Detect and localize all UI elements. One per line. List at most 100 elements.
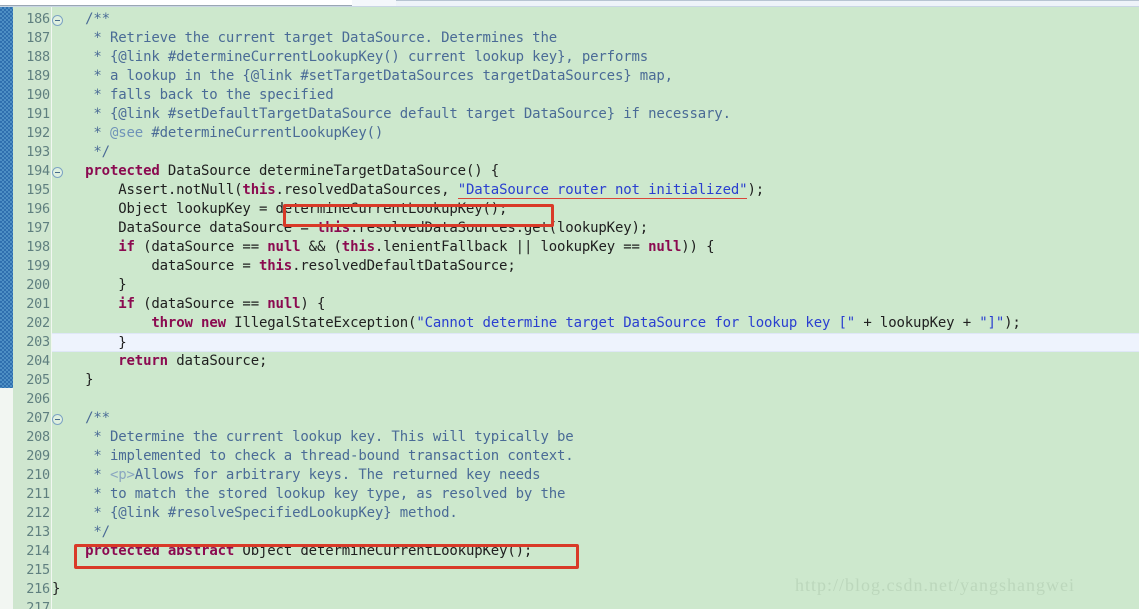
code-token-cmt: * to match the stored lookup key type, a…: [52, 486, 566, 502]
line-number: 201: [26, 296, 50, 312]
line-number: 199: [26, 258, 50, 274]
code-editor[interactable]: 186 187 188 189 190 191 192 193 194 195 196 197 198 1…: [0, 0, 1139, 609]
code-token-cmt-html: <p>: [109, 467, 135, 483]
code-fold-toggle-icon[interactable]: [52, 15, 63, 26]
code-token-cmt: Allows for arbitrary keys. The returned …: [134, 467, 541, 483]
window-top-strip: [0, 0, 1139, 7]
code-token-plain: && (: [300, 239, 342, 255]
code-line[interactable]: * {@link #determineCurrentLookupKey() cu…: [52, 48, 1139, 67]
code-line[interactable]: Assert.notNull(this.resolvedDataSources,…: [52, 181, 1139, 200]
line-number: 204: [26, 353, 50, 369]
code-token-kw: if: [118, 296, 135, 312]
code-fold-toggle-icon[interactable]: [52, 414, 63, 425]
code-line[interactable]: */: [52, 523, 1139, 542]
code-token-plain: .lenientFallback || lookupKey ==: [374, 239, 649, 255]
code-token-plain: .resolvedDataSources.get(lookupKey);: [350, 220, 649, 236]
code-line[interactable]: * to match the stored lookup key type, a…: [52, 485, 1139, 504]
code-token-kw: null: [267, 296, 301, 312]
code-line[interactable]: * {@link #resolveSpecifiedLookupKey} met…: [52, 504, 1139, 523]
code-token-kw: this: [242, 182, 276, 198]
code-token-kw: this: [258, 258, 293, 274]
code-token-str: "DataSource router not initialized": [457, 182, 748, 199]
code-line[interactable]: }: [52, 371, 1139, 390]
code-line[interactable]: throw new IllegalStateException("Cannot …: [52, 314, 1139, 333]
code-line[interactable]: /**: [52, 10, 1139, 29]
code-token-cmt: * {@link #determineCurrentLookupKey() cu…: [52, 49, 649, 65]
code-token-cmt: * falls back to the specified: [52, 87, 334, 103]
line-number: 186: [26, 11, 50, 27]
code-line[interactable]: * Retrieve the current target DataSource…: [52, 29, 1139, 48]
top-strip-left-segment: [0, 0, 352, 6]
line-number-gutter[interactable]: 186 187 188 189 190 191 192 193 194 195 196 197 198 1…: [13, 7, 63, 609]
code-line[interactable]: Object lookupKey = determineCurrentLooku…: [52, 200, 1139, 219]
line-number: 212: [26, 505, 50, 521]
line-number: 209: [26, 448, 50, 464]
line-number: 206: [26, 391, 50, 407]
code-token-cmt: * Retrieve the current target DataSource…: [52, 30, 558, 46]
code-fold-toggle-icon[interactable]: [52, 167, 63, 178]
line-number: 187: [26, 30, 50, 46]
code-line[interactable]: DataSource dataSource = this.resolvedDat…: [52, 219, 1139, 238]
code-token-cmt: * {@link #setDefaultTargetDataSource def…: [52, 106, 731, 122]
code-line[interactable]: * implemented to check a thread-bound tr…: [52, 447, 1139, 466]
code-token-plain: }: [52, 581, 61, 597]
code-token-kw: null: [267, 239, 301, 255]
code-line[interactable]: /**: [52, 409, 1139, 428]
code-token-plain: + lookupKey +: [855, 315, 980, 331]
code-token-cmt: */: [52, 144, 110, 160]
watermark-text: http://blog.csdn.net/yangshangwei: [795, 575, 1075, 595]
line-number: 191: [26, 106, 50, 122]
code-token-plain: dataSource;: [167, 353, 268, 369]
line-number: 198: [26, 239, 50, 255]
code-token-plain: Object lookupKey = determineCurrentLooku…: [52, 201, 508, 217]
code-token-plain: Object determineCurrentLookupKey();: [234, 543, 533, 559]
code-line[interactable]: dataSource = this.resolvedDefaultDataSou…: [52, 257, 1139, 276]
code-line[interactable]: }: [52, 333, 1139, 352]
code-token-cmt: #determineCurrentLookupKey(): [143, 125, 384, 141]
code-token-cmt: * implemented to check a thread-bound tr…: [52, 448, 574, 464]
code-line[interactable]: * {@link #setDefaultTargetDataSource def…: [52, 105, 1139, 124]
code-line[interactable]: }: [52, 276, 1139, 295]
code-token-plain: (dataSource ==: [134, 239, 268, 255]
code-line[interactable]: */: [52, 143, 1139, 162]
code-line[interactable]: return dataSource;: [52, 352, 1139, 371]
code-token-kw: throw: [151, 315, 193, 331]
vertical-scrollbar-thumb[interactable]: [0, 7, 13, 388]
code-token-plain: .resolvedDefaultDataSource;: [292, 258, 516, 274]
line-number: 196: [26, 201, 50, 217]
code-token-kw: if: [118, 239, 135, 255]
code-token-str: "]": [979, 315, 1005, 331]
line-number: 189: [26, 68, 50, 84]
code-token-cmt: *: [52, 467, 110, 483]
code-content-area[interactable]: /** * Retrieve the current target DataSo…: [52, 7, 1139, 609]
line-number: 200: [26, 277, 50, 293]
code-line[interactable]: if (dataSource == null) {: [52, 295, 1139, 314]
code-token-plain: );: [747, 182, 765, 198]
code-line[interactable]: * a lookup in the {@link #setTargetDataS…: [52, 67, 1139, 86]
line-number: 216: [26, 581, 50, 597]
vertical-scrollbar[interactable]: [0, 7, 13, 609]
code-line[interactable]: [52, 599, 1139, 609]
code-token-cmt: * Determine the current lookup key. This…: [52, 429, 574, 445]
code-line[interactable]: protected DataSource determineTargetData…: [52, 162, 1139, 181]
line-number: 213: [26, 524, 50, 540]
code-line[interactable]: if (dataSource == null && (this.lenientF…: [52, 238, 1139, 257]
code-line[interactable]: * <p>Allows for arbitrary keys. The retu…: [52, 466, 1139, 485]
code-line[interactable]: protected abstract Object determineCurre…: [52, 542, 1139, 561]
code-line[interactable]: * Determine the current lookup key. This…: [52, 428, 1139, 447]
code-token-plain: );: [1004, 315, 1021, 331]
code-line[interactable]: * @see #determineCurrentLookupKey(): [52, 124, 1139, 143]
gutter-separator-rule: [51, 7, 52, 609]
line-number: 202: [26, 315, 50, 331]
line-number: 205: [26, 372, 50, 388]
code-token-plain: IllegalStateException(: [225, 315, 417, 331]
code-token-cmt-tag: @see: [109, 125, 144, 141]
line-number: 194: [26, 163, 50, 179]
code-line[interactable]: [52, 390, 1139, 409]
code-line[interactable]: * falls back to the specified: [52, 86, 1139, 105]
